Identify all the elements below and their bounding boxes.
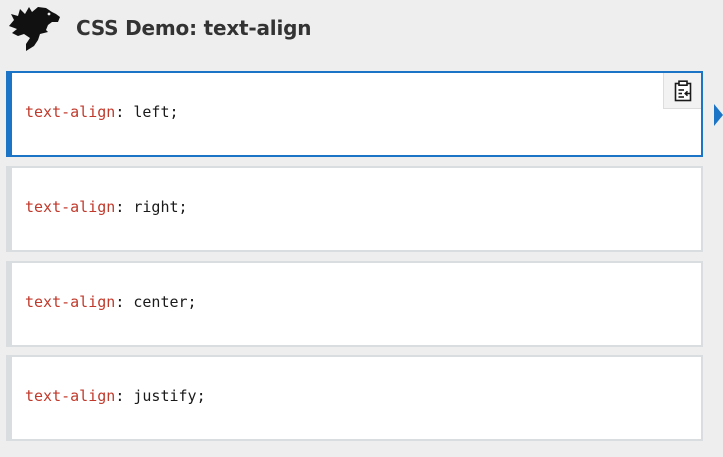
css-value: left; bbox=[124, 103, 179, 121]
css-value: justify; bbox=[124, 387, 206, 405]
example-choice-left[interactable]: text-align: left; bbox=[6, 71, 703, 157]
css-colon: : bbox=[115, 387, 125, 405]
css-property: text-align bbox=[25, 198, 116, 216]
css-colon: : bbox=[115, 103, 125, 121]
css-property: text-align bbox=[25, 387, 116, 405]
css-value: center; bbox=[124, 293, 197, 311]
demo-header: CSS Demo: text-align bbox=[0, 0, 723, 64]
css-colon: : bbox=[115, 293, 125, 311]
dinosaur-logo-icon bbox=[9, 7, 60, 51]
example-code: text-align: center; bbox=[25, 293, 197, 311]
copy-button[interactable] bbox=[663, 73, 701, 109]
example-code: text-align: justify; bbox=[25, 387, 206, 405]
css-property: text-align bbox=[25, 293, 116, 311]
example-choice-justify[interactable]: text-align: justify; bbox=[6, 355, 703, 441]
page-title: CSS Demo: text-align bbox=[76, 16, 312, 40]
example-choice-right[interactable]: text-align: right; bbox=[6, 166, 703, 252]
css-property: text-align bbox=[25, 103, 116, 121]
example-choice-center[interactable]: text-align: center; bbox=[6, 261, 703, 347]
css-colon: : bbox=[115, 198, 125, 216]
output-arrow-icon bbox=[714, 104, 723, 126]
example-code: text-align: right; bbox=[25, 198, 188, 216]
example-code: text-align: left; bbox=[25, 103, 179, 121]
css-value: right; bbox=[124, 198, 188, 216]
clipboard-copy-icon bbox=[674, 79, 691, 101]
